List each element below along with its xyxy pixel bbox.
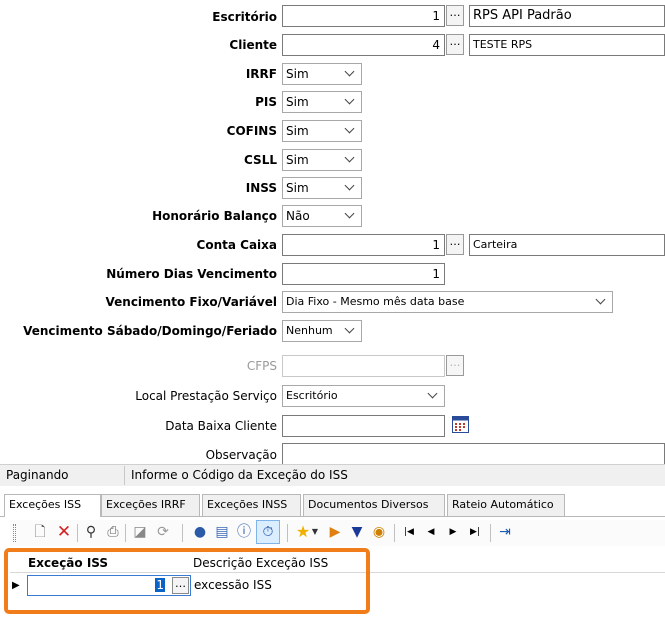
inss-select[interactable]: Sim xyxy=(282,177,362,199)
toolbar-separator xyxy=(77,524,78,542)
chevron-down-icon xyxy=(595,294,606,305)
inss-value: Sim xyxy=(286,181,309,195)
escritorio-code-input[interactable]: 1 xyxy=(282,5,445,27)
next-icon[interactable]: ▶ xyxy=(443,522,463,542)
status-paging: Paginando xyxy=(6,468,69,482)
local-prestacao-value: Escritório xyxy=(286,389,338,402)
calendar-icon[interactable] xyxy=(452,416,469,433)
cfps-label: CFPS xyxy=(246,359,277,373)
cliente-code-input[interactable]: 4 xyxy=(282,34,445,56)
door-icon[interactable]: ▶ xyxy=(325,522,345,542)
chevron-down-icon xyxy=(344,180,355,191)
delete-icon[interactable]: ✕ xyxy=(54,522,74,542)
toolbar-separator xyxy=(490,524,491,542)
csll-select[interactable]: Sim xyxy=(282,149,362,171)
chevron-down-icon xyxy=(344,66,355,77)
pis-select[interactable]: Sim xyxy=(282,91,362,113)
pis-value: Sim xyxy=(286,95,309,109)
data-baixa-cliente-label: Data Baixa Cliente xyxy=(165,419,277,433)
numero-dias-vencimento-input[interactable]: 1 xyxy=(282,263,445,285)
inss-label: INSS xyxy=(245,181,277,195)
honorario-balanco-value: Não xyxy=(286,209,310,223)
csll-value: Sim xyxy=(286,153,309,167)
cliente-lookup-button[interactable]: … xyxy=(446,34,464,55)
info-icon[interactable]: ⓘ xyxy=(234,522,254,542)
pis-label: PIS xyxy=(255,95,277,109)
honorario-balanco-label: Honorário Balanço xyxy=(152,209,277,223)
status-hint: Informe o Código da Exceção do ISS xyxy=(131,468,348,482)
observacao-input[interactable] xyxy=(282,443,665,465)
observacao-label: Observação xyxy=(205,448,277,462)
status-divider xyxy=(124,466,125,485)
data-baixa-cliente-input[interactable] xyxy=(282,415,445,437)
chevron-down-icon xyxy=(344,94,355,105)
numero-dias-vencimento-value: 1 xyxy=(432,267,440,281)
conta-caixa-desc-field: Carteira xyxy=(469,234,665,256)
vencimento-sabado-label: Vencimento Sábado/Domingo/Feriado xyxy=(23,324,277,338)
csll-label: CSLL xyxy=(244,153,277,167)
find-icon[interactable]: ⚲ xyxy=(81,522,101,542)
local-prestacao-label: Local Prestação Serviço xyxy=(135,389,277,403)
refresh-icon[interactable]: ⟳ xyxy=(153,522,173,542)
tab-documentos-diversos[interactable]: Documentos Diversos xyxy=(303,494,445,516)
toolbar-separator xyxy=(394,524,395,542)
tab-excecoes-irrf[interactable]: Exceções IRRF xyxy=(101,494,200,516)
cliente-code-value: 4 xyxy=(432,38,440,52)
web-icon[interactable]: ● xyxy=(190,522,210,542)
vencimento-sabado-value: Nenhum xyxy=(286,324,333,337)
chevron-down-icon[interactable]: ▼ xyxy=(309,522,321,542)
chevron-down-icon xyxy=(344,323,355,334)
toolbar-separator xyxy=(125,524,126,542)
numero-dias-vencimento-label: Número Dias Vencimento xyxy=(106,267,277,281)
exit-icon[interactable]: ⇥ xyxy=(495,522,515,542)
escritorio-code-value: 1 xyxy=(432,9,440,23)
conta-caixa-label: Conta Caixa xyxy=(196,238,277,252)
toolbar-separator xyxy=(287,524,288,542)
status-bar: Paginando Informe o Código da Exceção do… xyxy=(0,464,665,486)
vencimento-fixo-variavel-select[interactable]: Dia Fixo - Mesmo mês data base xyxy=(282,291,613,313)
edit-icon[interactable]: ◪ xyxy=(130,522,150,542)
print-icon[interactable]: ⎙ xyxy=(103,522,123,542)
cofins-label: COFINS xyxy=(226,124,277,138)
vencimento-sabado-select[interactable]: Nenhum xyxy=(282,320,362,342)
first-icon[interactable]: |◀ xyxy=(399,522,419,542)
chevron-down-icon xyxy=(344,152,355,163)
escritorio-desc-field: RPS API Padrão xyxy=(469,5,665,27)
vencimento-fixo-variavel-value: Dia Fixo - Mesmo mês data base xyxy=(286,295,465,308)
chevron-down-icon xyxy=(344,123,355,134)
prev-icon[interactable]: ◀ xyxy=(421,522,441,542)
escritorio-lookup-button[interactable]: … xyxy=(446,5,464,26)
irrf-select[interactable]: Sim xyxy=(282,63,362,85)
last-icon[interactable]: ▶| xyxy=(465,522,485,542)
tab-rateio-automatico[interactable]: Rateio Automático xyxy=(447,494,565,516)
conta-caixa-code-input[interactable]: 1 xyxy=(282,234,445,256)
help-icon[interactable]: ◉ xyxy=(369,522,389,542)
report-icon[interactable]: ▤ xyxy=(212,522,232,542)
cliente-label: Cliente xyxy=(229,38,277,52)
cofins-select[interactable]: Sim xyxy=(282,120,362,142)
irrf-value: Sim xyxy=(286,67,309,81)
irrf-label: IRRF xyxy=(245,67,277,81)
cfps-input xyxy=(282,355,445,377)
local-prestacao-select[interactable]: Escritório xyxy=(282,385,445,407)
tab-excecoes-inss[interactable]: Exceções INSS xyxy=(202,494,301,516)
escritorio-label: Escritório xyxy=(212,10,277,24)
chevron-down-icon xyxy=(344,208,355,219)
timer-icon[interactable]: ⏱ xyxy=(258,522,278,542)
cofins-value: Sim xyxy=(286,124,309,138)
highlight-box xyxy=(4,548,370,614)
toolbar-separator xyxy=(182,524,183,542)
vencimento-fixo-variavel-label: Vencimento Fixo/Variável xyxy=(105,295,278,309)
tab-excecoes-iss[interactable]: Exceções ISS xyxy=(4,494,101,517)
cliente-desc-field: TESTE RPS xyxy=(469,34,665,56)
cfps-lookup-button: … xyxy=(446,355,464,376)
filter-icon[interactable]: ▼ xyxy=(347,522,367,542)
new-icon[interactable]: 🗋 xyxy=(30,522,50,542)
conta-caixa-lookup-button[interactable]: … xyxy=(446,234,464,255)
toolbar-grip xyxy=(13,524,16,542)
chevron-down-icon xyxy=(427,388,438,399)
honorario-balanco-select[interactable]: Não xyxy=(282,205,362,227)
conta-caixa-code-value: 1 xyxy=(432,238,440,252)
